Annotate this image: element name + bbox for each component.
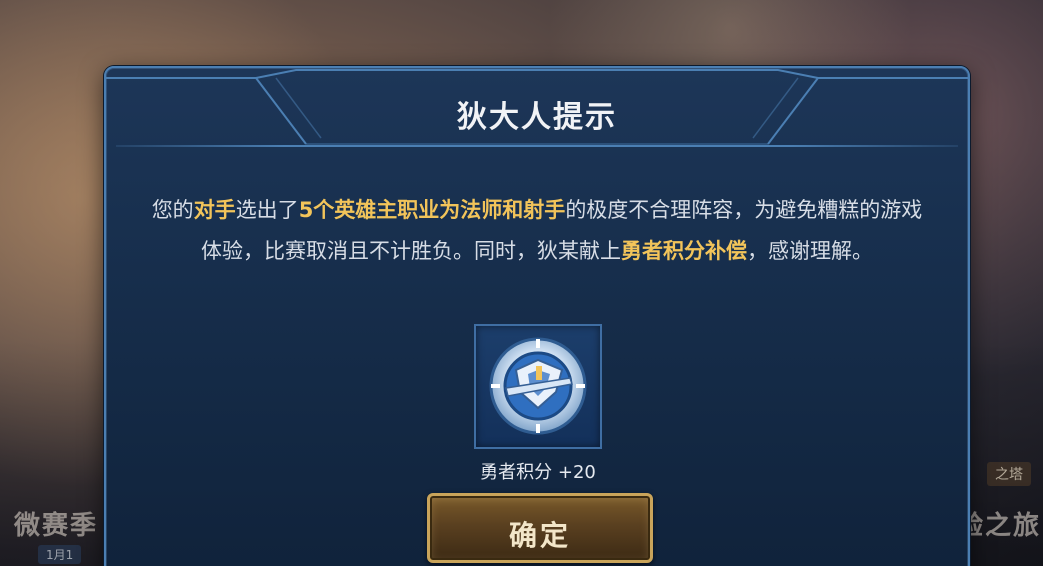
reward-label: 勇者积分 +20 [480,462,596,483]
reward-item-slot[interactable] [474,324,602,449]
message-text: 您的 [151,198,194,222]
background-event-date: 1月1 [38,545,82,564]
message-highlight: 勇者积分补偿 [621,239,747,263]
dialog-title: 狄大人提示 [457,100,617,135]
message-highlight: 5个英雄主职业为法师和射手 [298,198,566,222]
background-right-tag: 之塔 [987,462,1031,486]
message-text: ，感谢理解。 [747,239,873,263]
message-highlight: 对手 [193,198,236,222]
brave-points-medal-icon [489,337,587,435]
notice-dialog: 狄大人提示 您的对手选出了5个英雄主职业为法师和射手的极度不合理阵容，为避免糟糕… [104,66,970,566]
message-text: 选出了 [235,198,299,222]
dialog-message: 您的对手选出了5个英雄主职业为法师和射手的极度不合理阵容，为避免糟糕的游戏体验，… [146,190,928,272]
confirm-button-label: 确定 [508,519,571,552]
confirm-button[interactable]: 确定 [427,493,653,563]
header-divider [116,145,958,147]
dialog-header: 狄大人提示 [106,68,968,146]
background-event-title: 微赛季 [14,511,99,541]
